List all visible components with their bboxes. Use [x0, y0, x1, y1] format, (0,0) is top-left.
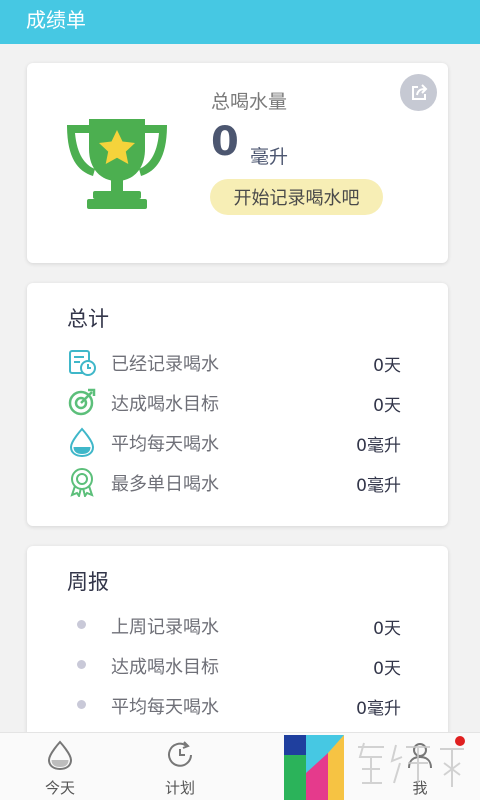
- bullet-dot: [77, 660, 86, 669]
- nav-label: 今天: [44, 779, 75, 797]
- weekly-value: 0天: [373, 619, 401, 639]
- total-intake-unit: 毫升: [250, 146, 289, 168]
- stat-value: 0天: [373, 396, 401, 416]
- page-title: 成绩单: [26, 8, 86, 32]
- calendar-clock-icon: [69, 350, 96, 376]
- weekly-label: 平均每天喝水: [111, 697, 219, 718]
- app-header: 成绩单: [0, 0, 480, 44]
- weekly-row-goal: 达成喝水目标 0天: [67, 645, 401, 685]
- nav-item-plan[interactable]: 计划: [120, 733, 240, 800]
- bullet-dot: [77, 700, 86, 709]
- weekly-label: 达成喝水目标: [111, 657, 219, 678]
- weekly-title: 周报: [67, 570, 109, 594]
- start-recording-button[interactable]: 开始记录喝水吧: [210, 179, 383, 215]
- stat-label: 最多单日喝水: [111, 474, 219, 495]
- totals-card: 总计 已经记录喝水 0天 达成喝水目标 0天 平均每天喝水 0毫升 最多单日喝水…: [27, 283, 448, 526]
- weekly-row-average: 平均每天喝水 0毫升: [67, 685, 401, 725]
- total-intake-value: 0: [211, 119, 239, 165]
- stat-row-days-recorded: 已经记录喝水 0天: [67, 342, 401, 382]
- share-button[interactable]: [400, 74, 437, 111]
- water-drop-icon: [47, 740, 73, 771]
- water-drop-icon: [69, 427, 95, 457]
- summary-card: 总喝水量 0 毫升 开始记录喝水吧: [27, 63, 448, 263]
- stat-label: 已经记录喝水: [111, 354, 219, 375]
- stat-value: 0天: [373, 356, 401, 376]
- stat-row-daily-average: 平均每天喝水 0毫升: [67, 422, 401, 462]
- total-intake-label: 总喝水量: [211, 91, 288, 113]
- nav-item-today[interactable]: 今天: [0, 733, 120, 800]
- weekly-label: 上周记录喝水: [111, 617, 219, 638]
- medal-icon: [70, 468, 94, 497]
- stat-label: 达成喝水目标: [111, 394, 219, 415]
- weekly-row-recorded: 上周记录喝水 0天: [67, 605, 401, 645]
- weekly-value: 0毫升: [356, 699, 401, 719]
- totals-title: 总计: [67, 307, 109, 331]
- bullet-dot: [77, 620, 86, 629]
- trophy-icon: [67, 119, 167, 209]
- watermark-logo: [284, 735, 465, 800]
- stat-label: 平均每天喝水: [111, 434, 219, 455]
- weekly-card: 周报 上周记录喝水 0天 达成喝水目标 0天 平均每天喝水 0毫升: [27, 546, 448, 746]
- share-icon: [411, 83, 427, 100]
- stat-value: 0毫升: [356, 436, 401, 456]
- clock-refresh-icon: [168, 741, 192, 767]
- stat-row-goal-days: 达成喝水目标 0天: [67, 382, 401, 422]
- stat-value: 0毫升: [356, 476, 401, 496]
- nav-label: 计划: [164, 779, 195, 797]
- weekly-value: 0天: [373, 659, 401, 679]
- target-icon: [68, 388, 96, 416]
- stat-row-max-day: 最多单日喝水 0毫升: [67, 462, 401, 502]
